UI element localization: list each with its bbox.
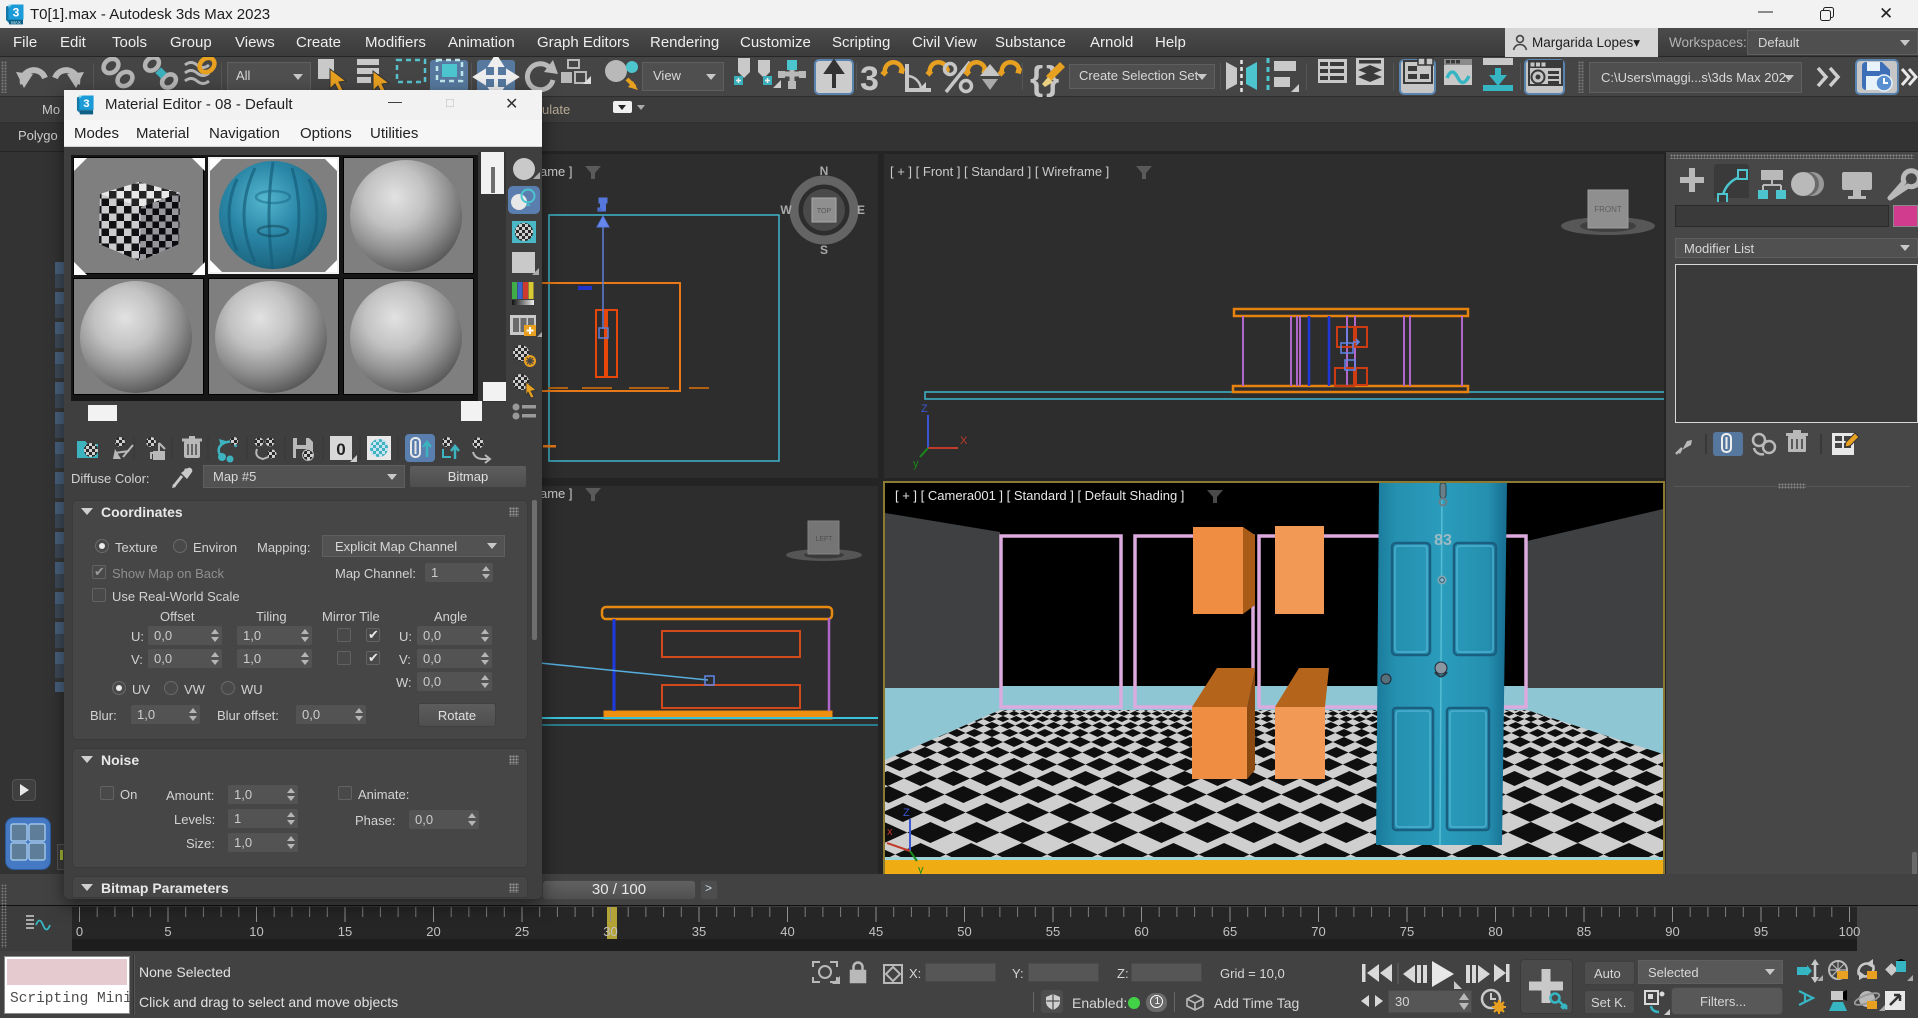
svg-text:ame ]: ame ]	[540, 164, 576, 179]
svg-text:Z: Z	[921, 403, 928, 415]
svg-text:0: 0	[76, 924, 83, 939]
svg-text:55: 55	[1046, 924, 1060, 939]
svg-text:W: W	[780, 203, 792, 217]
svg-text:10: 10	[249, 924, 263, 939]
svg-text:35: 35	[692, 924, 706, 939]
svg-text:60: 60	[1134, 924, 1148, 939]
svg-text:3: 3	[860, 60, 879, 97]
svg-text:40: 40	[780, 924, 794, 939]
svg-text:LEFT: LEFT	[815, 536, 833, 543]
svg-text:E: E	[857, 203, 865, 217]
svg-text:45: 45	[869, 924, 883, 939]
svg-text:25: 25	[515, 924, 529, 939]
svg-text:65: 65	[1223, 924, 1237, 939]
svg-text:90: 90	[1665, 924, 1679, 939]
svg-text:Z: Z	[903, 807, 910, 819]
svg-text:MAX: MAX	[11, 20, 21, 25]
svg-text:95: 95	[1754, 924, 1768, 939]
svg-text:x: x	[887, 826, 893, 838]
svg-text:ame ]: ame ]	[540, 486, 576, 501]
svg-text:TOP: TOP	[817, 208, 832, 215]
svg-text:20: 20	[426, 924, 440, 939]
svg-text:50: 50	[957, 924, 971, 939]
svg-text:5: 5	[164, 924, 171, 939]
svg-text:100: 100	[1839, 924, 1861, 939]
svg-text:X: X	[960, 435, 968, 447]
svg-text:[ + ] [ Camera001 ] [ Standar: [ + ] [ Camera001 ] [ Standard ] [ Defau…	[895, 488, 1184, 503]
svg-text:30: 30	[603, 924, 617, 939]
svg-text:75: 75	[1400, 924, 1414, 939]
svg-text:y: y	[913, 458, 919, 470]
svg-text:3: 3	[83, 98, 89, 110]
svg-text:N: N	[820, 164, 829, 178]
svg-text:83: 83	[1434, 532, 1452, 549]
svg-text:[ + ] [ Front ] [ Standard ] [: [ + ] [ Front ] [ Standard ] [ Wireframe…	[890, 164, 1109, 179]
svg-text:80: 80	[1488, 924, 1502, 939]
svg-text:S: S	[820, 243, 828, 257]
svg-text:70: 70	[1311, 924, 1325, 939]
svg-text:3: 3	[13, 6, 20, 20]
svg-text:{: {	[1030, 60, 1043, 97]
svg-text:0: 0	[336, 440, 345, 459]
svg-text:15: 15	[338, 924, 352, 939]
svg-text:85: 85	[1577, 924, 1591, 939]
svg-text:FRONT: FRONT	[1594, 205, 1622, 214]
